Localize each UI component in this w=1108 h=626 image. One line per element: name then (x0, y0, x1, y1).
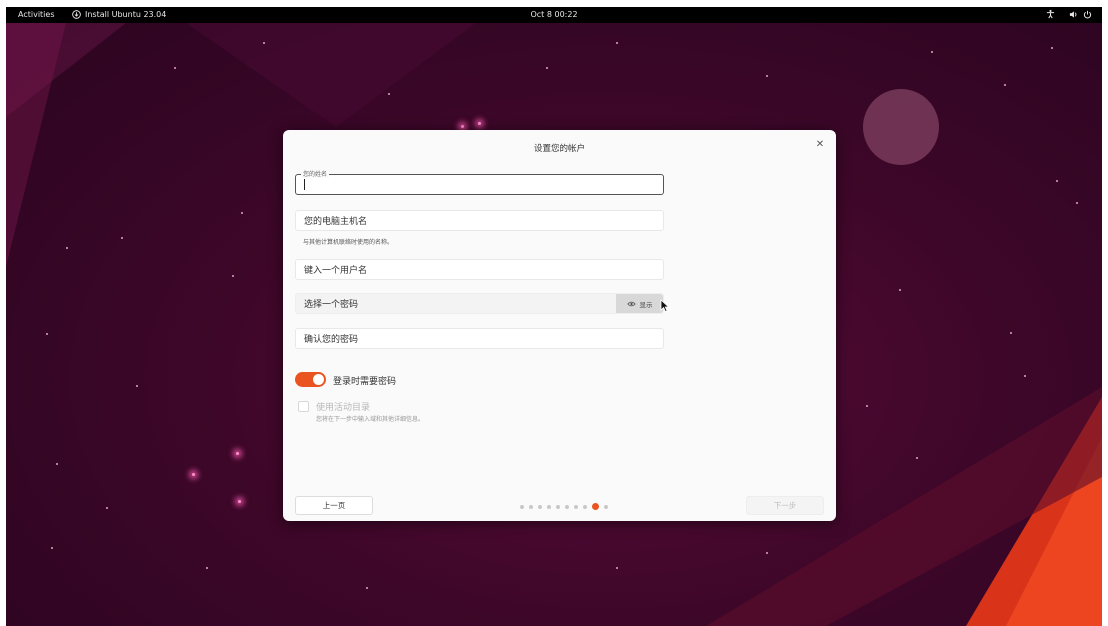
star (51, 547, 53, 549)
require-password-label: 登录时需要密码 (333, 377, 397, 387)
mouse-pointer-icon (660, 299, 670, 313)
star (206, 567, 208, 569)
computer-name-input[interactable]: 您的电脑主机名 (295, 210, 664, 231)
star (931, 51, 933, 53)
star (263, 42, 265, 44)
star (1024, 375, 1026, 377)
confirm-password-placeholder: 确认您的密码 (304, 335, 359, 345)
active-directory-checkbox[interactable] (298, 401, 309, 412)
page-dot (520, 504, 524, 509)
name-label: 您的姓名 (301, 169, 330, 178)
password-input[interactable]: 选择一个密码 显示 (295, 293, 664, 314)
star (388, 93, 390, 95)
active-directory-label: 使用活动目录 (316, 403, 371, 413)
text-caret (304, 179, 305, 190)
page-dot (529, 504, 533, 509)
show-password-button[interactable]: 显示 (616, 294, 663, 313)
star (1051, 47, 1053, 49)
star (241, 212, 243, 214)
star (56, 463, 58, 465)
star (546, 67, 548, 69)
account-setup-dialog: 设置您的帐户 ✕ 您的姓名 您的电脑主机名 与其他计算机联络时使用的名称。 键入… (283, 130, 836, 521)
star (616, 567, 618, 569)
star (616, 42, 618, 44)
page-dot (583, 504, 587, 509)
star (121, 237, 123, 239)
page-indicator (520, 503, 608, 510)
app-menu[interactable]: Install Ubuntu 23.04 (72, 10, 166, 19)
page-dot (538, 504, 542, 509)
active-directory-hint: 您将在下一步中输入域和其他详细信息。 (316, 416, 425, 423)
show-password-label: 显示 (639, 300, 653, 309)
close-icon[interactable]: ✕ (813, 139, 827, 150)
volume-icon[interactable] (1069, 10, 1078, 19)
system-tray[interactable] (1046, 9, 1092, 19)
accessibility-icon[interactable] (1046, 9, 1055, 19)
require-password-toggle[interactable] (295, 372, 326, 387)
glowing-star (478, 122, 481, 125)
top-bar: Activities Install Ubuntu 23.04 Oct 8 00… (6, 7, 1102, 23)
clock[interactable]: Oct 8 00:22 (530, 10, 577, 19)
star (766, 552, 768, 554)
next-button[interactable]: 下一步 (746, 496, 824, 515)
username-input[interactable]: 键入一个用户名 (295, 259, 664, 280)
page-dot-active (592, 503, 599, 510)
glowing-star (461, 125, 464, 128)
computer-name-hint: 与其他计算机联络时使用的名称。 (303, 239, 394, 246)
page-dot (574, 504, 578, 509)
page-dot (547, 504, 551, 509)
star (46, 333, 48, 335)
confirm-password-input[interactable]: 确认您的密码 (295, 328, 664, 349)
star (1004, 84, 1006, 86)
installer-icon (72, 10, 81, 19)
glowing-star (236, 452, 239, 455)
desktop: Activities Install Ubuntu 23.04 Oct 8 00… (6, 7, 1102, 626)
username-placeholder: 键入一个用户名 (304, 266, 368, 276)
star (136, 385, 138, 387)
toggle-knob (313, 374, 324, 385)
star (106, 507, 108, 509)
page-dot (565, 504, 569, 509)
star (1056, 180, 1058, 182)
glowing-star (238, 500, 241, 503)
power-icon[interactable] (1083, 10, 1092, 19)
page-dot (556, 504, 560, 509)
activities-button[interactable]: Activities (18, 10, 55, 19)
star (899, 289, 901, 291)
star (916, 457, 918, 459)
star (866, 405, 868, 407)
app-name: Install Ubuntu 23.04 (85, 10, 167, 19)
star (1076, 202, 1078, 204)
page-dot (604, 504, 608, 509)
star (366, 587, 368, 589)
star (66, 247, 68, 249)
computer-name-placeholder: 您的电脑主机名 (304, 217, 368, 227)
eye-icon (626, 301, 636, 306)
star (766, 75, 768, 77)
star (232, 275, 234, 277)
password-placeholder: 选择一个密码 (304, 300, 359, 310)
star (1010, 332, 1012, 334)
star (174, 67, 176, 69)
name-input[interactable] (295, 174, 664, 195)
glowing-star (192, 473, 195, 476)
dialog-title: 设置您的帐户 (533, 144, 585, 154)
back-button[interactable]: 上一页 (295, 496, 373, 515)
